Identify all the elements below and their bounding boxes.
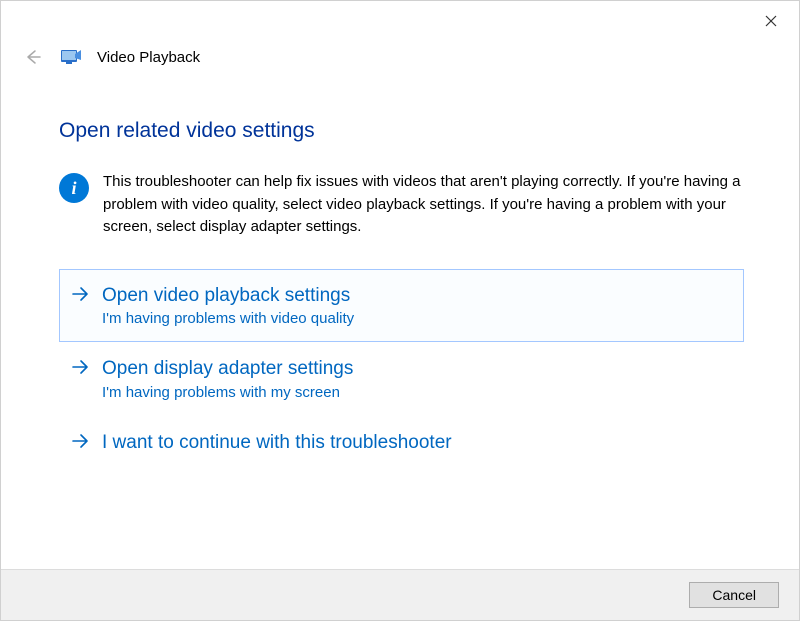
option-video-playback-settings[interactable]: Open video playback settings I'm having … — [59, 269, 744, 343]
arrow-right-icon — [70, 357, 90, 383]
close-button[interactable] — [755, 9, 787, 33]
info-section: i This troubleshooter can help fix issue… — [59, 171, 744, 239]
arrow-right-icon — [70, 284, 90, 310]
option-continue-troubleshooter[interactable]: I want to continue with this troubleshoo… — [59, 416, 744, 472]
option-title: I want to continue with this troubleshoo… — [102, 431, 452, 456]
header: Video Playback — [1, 33, 799, 79]
option-subtitle: I'm having problems with my screen — [102, 384, 353, 401]
close-icon — [765, 15, 777, 27]
arrow-left-icon — [23, 47, 43, 67]
info-text: This troubleshooter can help fix issues … — [103, 171, 744, 239]
titlebar — [1, 1, 799, 33]
app-icon — [59, 45, 83, 69]
info-icon: i — [59, 173, 89, 203]
option-title: Open video playback settings — [102, 284, 354, 309]
app-title: Video Playback — [97, 49, 200, 66]
arrow-right-icon — [70, 431, 90, 457]
cancel-button[interactable]: Cancel — [689, 582, 779, 608]
content: Open related video settings i This troub… — [1, 79, 799, 492]
option-subtitle: I'm having problems with video quality — [102, 310, 354, 327]
page-heading: Open related video settings — [59, 119, 744, 143]
option-display-adapter-settings[interactable]: Open display adapter settings I'm having… — [59, 342, 744, 416]
option-title: Open display adapter settings — [102, 357, 353, 382]
footer: Cancel — [1, 569, 799, 620]
options-list: Open video playback settings I'm having … — [59, 269, 744, 473]
back-button[interactable] — [21, 45, 45, 69]
